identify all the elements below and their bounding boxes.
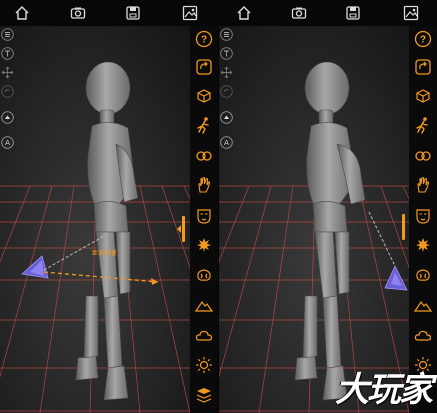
rotate-icon[interactable]: [195, 58, 213, 76]
axis-label: A: [5, 138, 10, 147]
brain-icon[interactable]: [414, 266, 432, 284]
3d-viewport[interactable]: 距离测量: [0, 26, 190, 413]
text-icon[interactable]: [1, 47, 14, 60]
help-icon[interactable]: ?: [195, 30, 213, 48]
cube-icon[interactable]: [414, 86, 432, 104]
pose-icon[interactable]: [195, 116, 213, 134]
help-icon[interactable]: ?: [414, 30, 432, 48]
mountain-icon[interactable]: [414, 296, 432, 314]
undo-icon[interactable]: [220, 85, 233, 98]
save-icon[interactable]: [125, 5, 141, 21]
panel-handle[interactable]: [182, 216, 185, 242]
right-toolbar: ?: [409, 26, 437, 413]
move-icon[interactable]: [220, 66, 233, 79]
right-screen: A ?: [219, 26, 437, 413]
rotate-icon[interactable]: [414, 58, 432, 76]
light-icon[interactable]: [414, 236, 432, 254]
flip-icon[interactable]: [220, 111, 233, 124]
gallery-icon[interactable]: [403, 5, 419, 21]
axis-icon[interactable]: A: [220, 136, 233, 149]
top-bar: [0, 0, 437, 26]
menu-icon[interactable]: [1, 28, 14, 41]
hand-icon[interactable]: [195, 176, 213, 194]
link-icon[interactable]: [414, 146, 432, 164]
pose-icon[interactable]: [414, 116, 432, 134]
3d-viewport[interactable]: [219, 26, 409, 413]
background-icon[interactable]: [195, 386, 213, 404]
camera-icon[interactable]: [70, 5, 86, 21]
flip-icon[interactable]: [1, 111, 14, 124]
right-toolbar: ?: [190, 26, 218, 413]
undo-icon[interactable]: [1, 85, 14, 98]
help-label: ?: [201, 35, 207, 46]
left-toolbar: A: [219, 26, 235, 166]
face-icon[interactable]: [414, 207, 432, 225]
watermark-text: 大玩家: [335, 370, 433, 410]
axis-label: A: [224, 138, 229, 147]
link-icon[interactable]: [195, 146, 213, 164]
axis-icon[interactable]: A: [1, 136, 14, 149]
menu-icon[interactable]: [220, 28, 233, 41]
panel-handle-caret-icon: [177, 225, 181, 233]
camera-icon[interactable]: [291, 5, 307, 21]
mountain-icon[interactable]: [195, 296, 213, 314]
face-icon[interactable]: [195, 207, 213, 225]
text-icon[interactable]: [220, 47, 233, 60]
brain-icon[interactable]: [195, 266, 213, 284]
home-icon[interactable]: [14, 5, 30, 21]
gallery-icon[interactable]: [182, 5, 198, 21]
cloud-icon[interactable]: [414, 326, 432, 344]
light-icon[interactable]: [195, 236, 213, 254]
left-screen: 距离测量 A ?: [0, 26, 218, 413]
move-icon[interactable]: [1, 66, 14, 79]
save-icon[interactable]: [345, 5, 361, 21]
left-toolbar: A: [0, 26, 16, 166]
distance-label: 距离测量: [92, 251, 118, 257]
sun-icon[interactable]: [195, 356, 213, 374]
cube-icon[interactable]: [195, 86, 213, 104]
hand-icon[interactable]: [414, 176, 432, 194]
home-icon[interactable]: [236, 5, 252, 21]
cloud-icon[interactable]: [195, 326, 213, 344]
panel-handle[interactable]: [402, 214, 405, 240]
help-label: ?: [420, 35, 426, 46]
